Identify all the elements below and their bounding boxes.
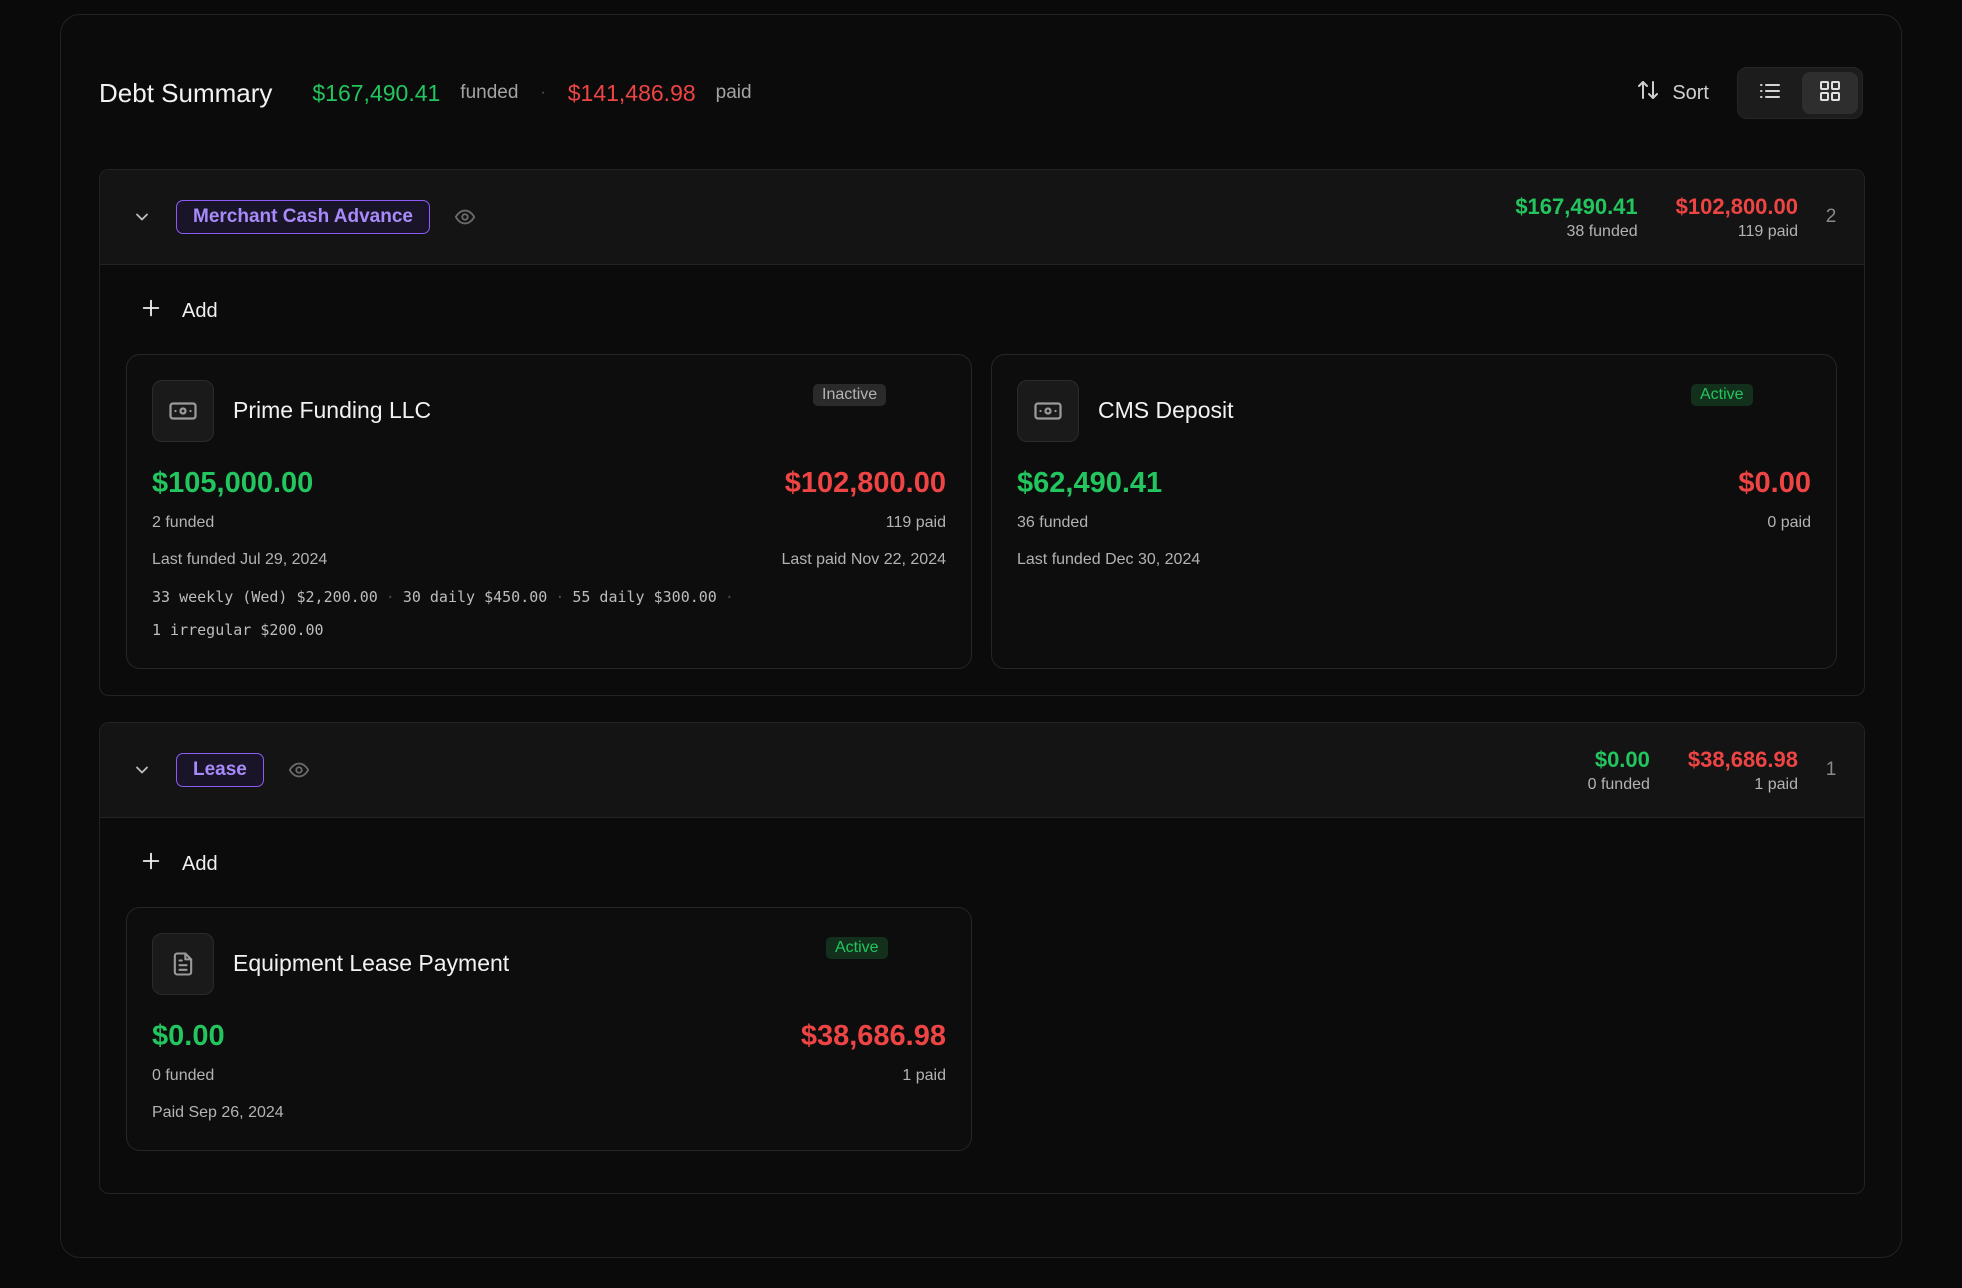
schedule-item: 55 daily $300.00 [572,588,717,606]
eye-icon[interactable] [454,206,476,228]
status-badge: Inactive [813,384,887,406]
eye-icon[interactable] [288,759,310,781]
plus-icon [140,850,162,878]
card-name: CMS Deposit [1098,397,1234,423]
total-paid-amount: $141,486.98 [567,79,696,106]
plus-icon [140,297,162,325]
card-paid-label: 0 paid [1767,514,1811,531]
debt-summary-panel: Debt Summary $167,490.41 funded · $141,4… [60,14,1902,1258]
grid-view-button[interactable] [1802,72,1858,114]
group-header[interactable]: Merchant Cash Advance $167,490.41 38 fun… [100,170,1864,265]
banknote-icon [152,380,214,442]
group-paid-amount: $38,686.98 [1687,746,1798,772]
debt-card[interactable]: Equipment Lease Payment Active $0.00 $38… [126,907,972,1151]
group-paid-stat: $38,686.98 1 paid [1688,747,1798,794]
group-count: 2 [1825,206,1837,227]
card-name: Prime Funding LLC [233,397,432,423]
card-name: Equipment Lease Payment [233,950,510,976]
card-paid-label: 119 paid [885,514,946,531]
last-funded-date: Last funded Jul 29, 2024 [152,551,328,568]
total-funded-amount: $167,490.41 [312,79,441,106]
document-icon [152,933,214,995]
schedule-item: 33 weekly (Wed) $2,200.00 [152,588,378,606]
card-paid-amount: $0.00 [1738,467,1811,499]
group-funded-amount: $0.00 [1594,746,1650,772]
schedule-item: 1 irregular $200.00 [152,621,324,639]
add-label: Add [182,299,218,322]
last-funded-date: Last funded Dec 30, 2024 [1017,551,1201,568]
card-funded-amount: $62,490.41 [1017,467,1163,499]
banknote-icon [1017,380,1079,442]
group-funded-amount: $167,490.41 [1515,193,1638,219]
sort-button[interactable]: Sort [1636,78,1709,108]
summary-header: Debt Summary $167,490.41 funded · $141,4… [99,63,1863,123]
add-button[interactable]: Add [140,297,260,325]
add-button[interactable]: Add [140,850,260,878]
group-paid-stat: $102,800.00 119 paid [1676,194,1798,241]
chevron-down-icon[interactable] [130,758,154,782]
list-icon [1758,79,1782,108]
debt-card[interactable]: CMS Deposit Active $62,490.41 $0.00 36 f… [991,354,1837,669]
status-badge: Active [826,937,888,959]
group-count: 1 [1825,759,1837,780]
chevron-down-icon[interactable] [130,205,154,229]
status-badge: Active [1691,384,1753,406]
sort-label: Sort [1672,81,1709,104]
list-view-button[interactable] [1742,72,1798,114]
schedule-item: 30 daily $450.00 [402,588,548,606]
group-merchant-cash-advance: Merchant Cash Advance $167,490.41 38 fun… [99,169,1865,696]
total-paid-label: paid [715,82,752,103]
card-funded-label: 0 funded [152,1067,215,1084]
group-paid-label: 1 paid [1754,775,1798,793]
debt-card[interactable]: Prime Funding LLC Inactive $105,000.00 $… [126,354,972,669]
group-header[interactable]: Lease $0.00 0 funded $38,686.98 1 paid 1 [100,723,1864,818]
grid-icon [1818,79,1842,108]
sort-icon [1636,78,1660,108]
card-funded-amount: $105,000.00 [152,467,314,499]
card-funded-label: 2 funded [152,514,215,531]
header-separator: · [540,84,546,101]
add-label: Add [182,852,218,875]
group-funded-label: 38 funded [1566,222,1638,240]
card-paid-amount: $38,686.98 [800,1020,946,1052]
card-paid-amount: $102,800.00 [784,467,946,499]
group-funded-label: 0 funded [1587,775,1650,793]
group-funded-stat: $0.00 0 funded [1588,747,1650,794]
card-funded-amount: $0.00 [152,1020,225,1052]
group-funded-stat: $167,490.41 38 funded [1515,194,1637,241]
page-title: Debt Summary [99,77,273,108]
card-paid-label: 1 paid [902,1067,946,1084]
card-funded-label: 36 funded [1017,514,1089,531]
category-tag: Lease [176,753,264,787]
schedule-separator: · [555,588,565,606]
view-toggle [1737,67,1863,119]
group-paid-label: 119 paid [1737,222,1798,240]
last-paid-date: Paid Sep 26, 2024 [152,1104,284,1121]
group-paid-amount: $102,800.00 [1675,193,1798,219]
last-paid-date: Last paid Nov 22, 2024 [781,551,946,568]
schedule-separator: · [724,588,734,606]
schedule-separator: · [385,588,395,606]
total-funded-label: funded [460,82,519,103]
group-lease: Lease $0.00 0 funded $38,686.98 1 paid 1 [99,722,1865,1194]
category-tag: Merchant Cash Advance [176,200,430,234]
payment-schedule: 33 weekly (Wed) $2,200.00 · 30 daily $450.… [152,581,812,647]
